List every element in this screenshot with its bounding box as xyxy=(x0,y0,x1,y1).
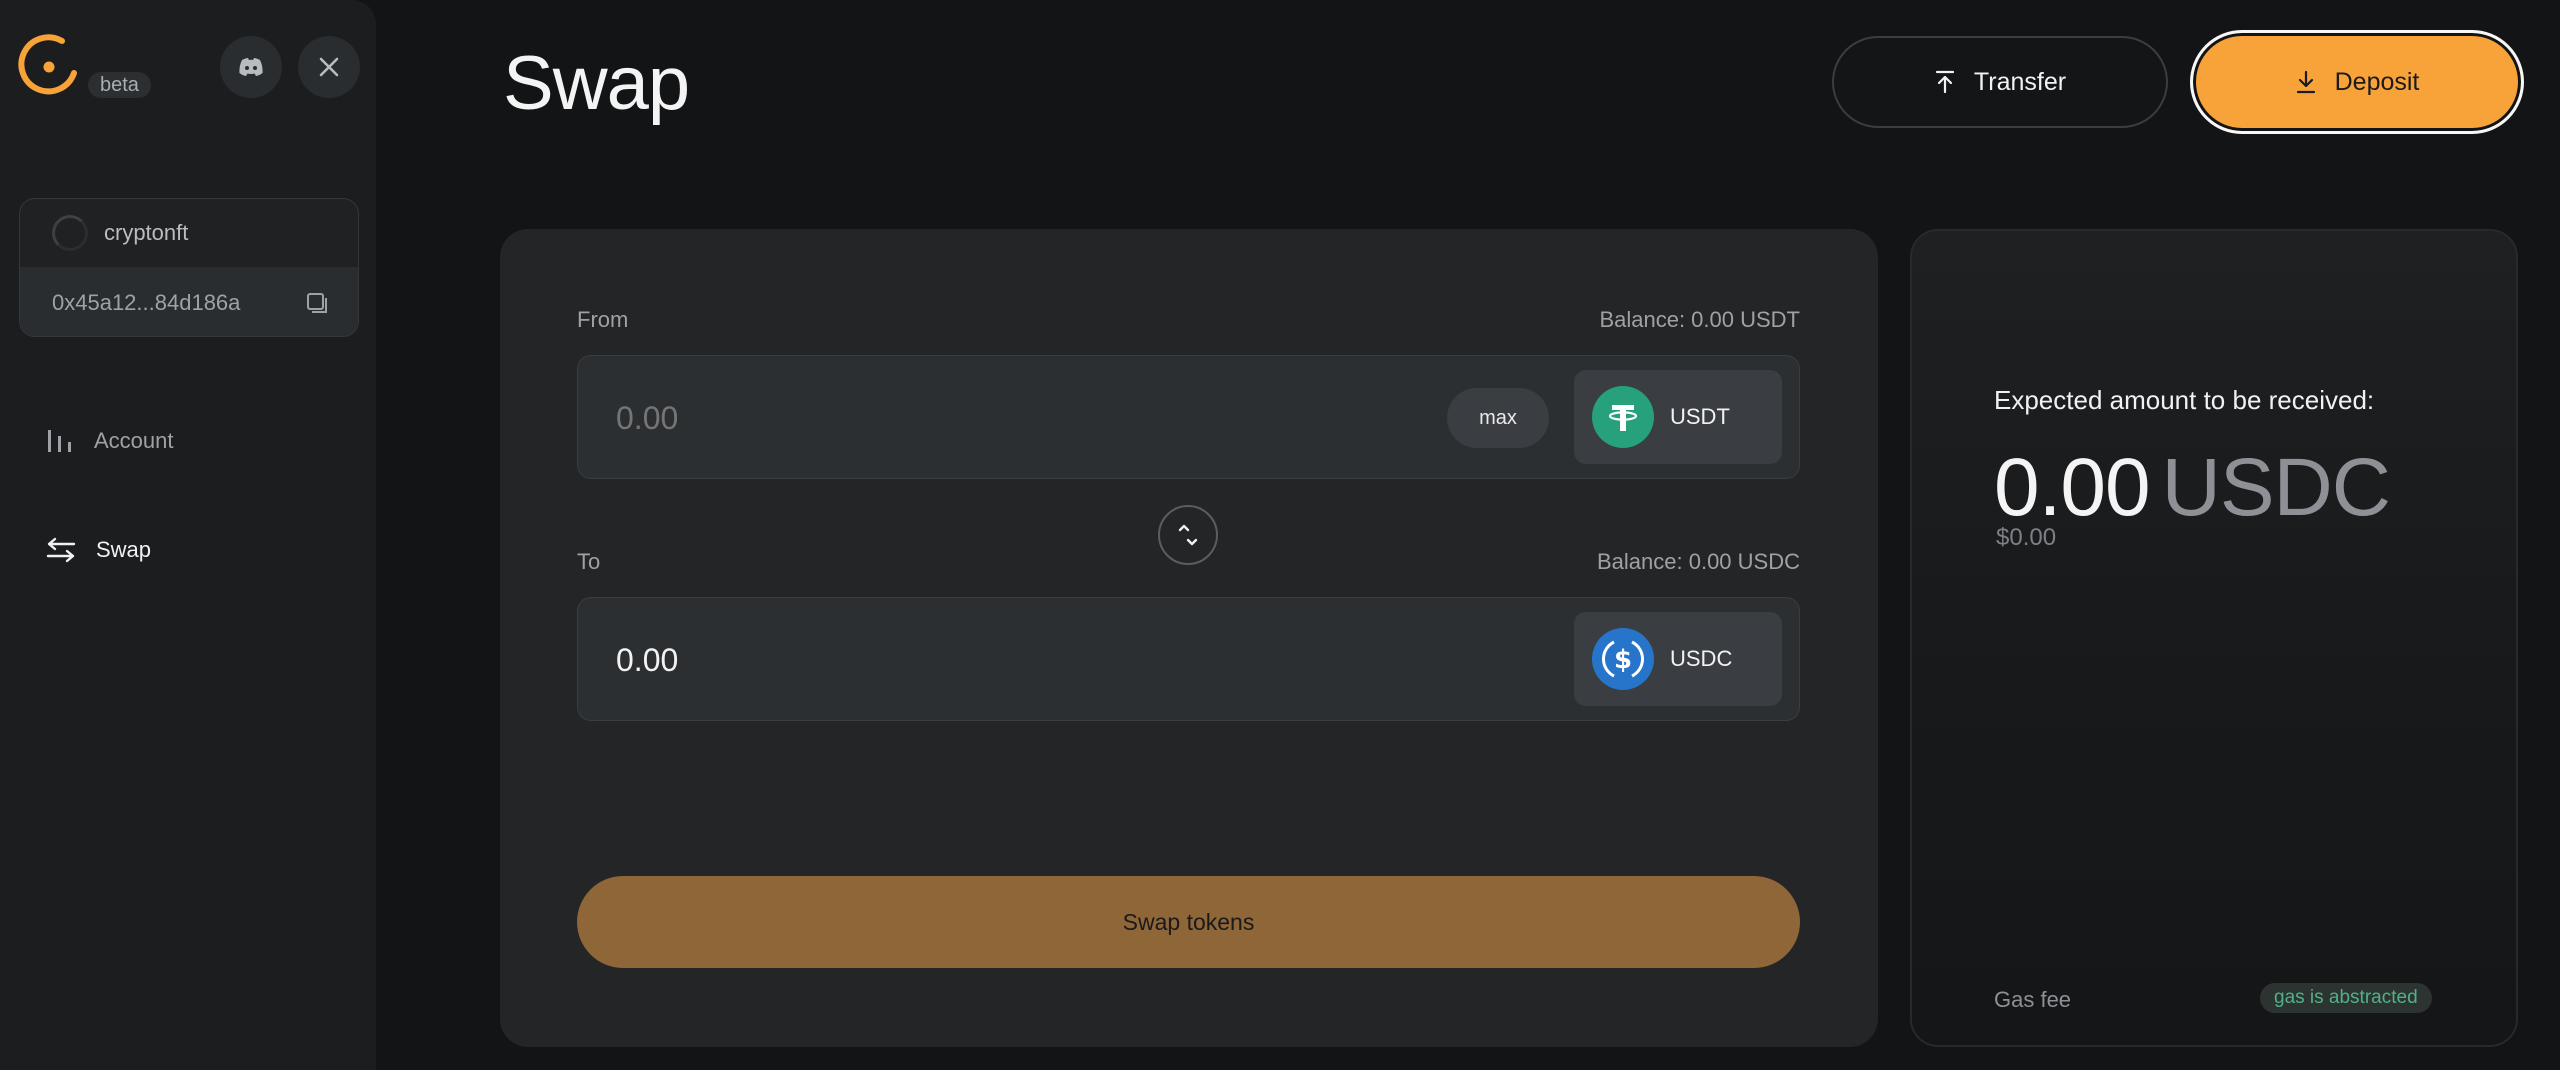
swap-tokens-button[interactable]: Swap tokens xyxy=(577,876,1800,968)
gas-fee-label: Gas fee xyxy=(1994,987,2072,1012)
sidebar-item-label: Account xyxy=(94,428,174,453)
wallet-address: 0x45a12...84d186a xyxy=(52,289,241,315)
deposit-button[interactable]: Deposit xyxy=(2190,30,2524,134)
from-token-label: USDT xyxy=(1670,404,1730,429)
to-balance: Balance: 0.00 USDC xyxy=(1597,549,1800,574)
to-token-selector[interactable]: $ USDC xyxy=(1574,612,1782,706)
upload-icon xyxy=(1935,70,1955,94)
wallet-name: cryptonft xyxy=(104,220,189,245)
gas-fee-badge: gas is abstracted xyxy=(2260,983,2432,1013)
download-icon xyxy=(2296,70,2315,94)
expected-usd-value: $0.00 xyxy=(1996,524,2057,551)
from-field: max USDT xyxy=(577,355,1800,480)
sidebar: beta cryptonft 0x45a12...84d186a Account… xyxy=(0,0,376,1070)
avatar-loading-spinner xyxy=(52,215,88,251)
sidebar-item-account[interactable]: Account xyxy=(46,428,174,454)
usdt-icon xyxy=(1592,386,1654,448)
beta-badge: beta xyxy=(88,72,151,98)
sidebar-item-label: Swap xyxy=(96,537,152,562)
to-amount: 0.00 xyxy=(616,642,679,678)
expected-amount: 0.00 USDC xyxy=(1994,441,2391,535)
copy-icon[interactable] xyxy=(306,292,328,314)
from-balance: Balance: 0.00 USDT xyxy=(1599,307,1800,332)
x-icon xyxy=(319,57,339,77)
from-amount-input[interactable] xyxy=(616,356,1316,480)
max-button[interactable]: max xyxy=(1447,388,1549,448)
transfer-label: Transfer xyxy=(1973,67,2067,96)
to-token-label: USDC xyxy=(1670,646,1733,671)
swap-panel: From Balance: 0.00 USDT max USDT To xyxy=(500,229,1878,1047)
page-title: Swap xyxy=(503,41,690,126)
chevron-up-down-icon xyxy=(1178,524,1198,546)
expected-amount-unit: USDC xyxy=(2161,442,2391,533)
transfer-button[interactable]: Transfer xyxy=(1832,36,2168,128)
expected-amount-label: Expected amount to be received: xyxy=(1994,385,2375,415)
wallet-card: cryptonft 0x45a12...84d186a xyxy=(19,198,359,337)
from-token-selector[interactable]: USDT xyxy=(1574,370,1782,464)
wallet-address-row: 0x45a12...84d186a xyxy=(20,267,358,336)
app: beta cryptonft 0x45a12...84d186a Account… xyxy=(0,0,2560,1070)
to-label: To xyxy=(577,549,601,574)
summary-card: Expected amount to be received: 0.00 USDC… xyxy=(1910,229,2518,1047)
deposit-label: Deposit xyxy=(2334,67,2420,96)
discord-button[interactable] xyxy=(220,36,282,98)
sidebar-item-swap[interactable]: Swap xyxy=(46,537,151,563)
account-bars-icon xyxy=(48,430,71,452)
discord-icon xyxy=(239,58,263,76)
flip-direction-button[interactable] xyxy=(1158,505,1218,565)
expected-amount-value: 0.00 xyxy=(1994,442,2151,533)
wallet-profile[interactable]: cryptonft xyxy=(20,199,358,267)
logo-icon[interactable] xyxy=(18,33,80,99)
from-label: From xyxy=(577,307,629,332)
to-field: 0.00 $ USDC xyxy=(577,597,1800,721)
swap-arrows-icon xyxy=(46,537,76,563)
svg-text:$: $ xyxy=(1614,645,1632,675)
usdc-icon: $ xyxy=(1592,628,1654,690)
x-button[interactable] xyxy=(298,36,360,98)
